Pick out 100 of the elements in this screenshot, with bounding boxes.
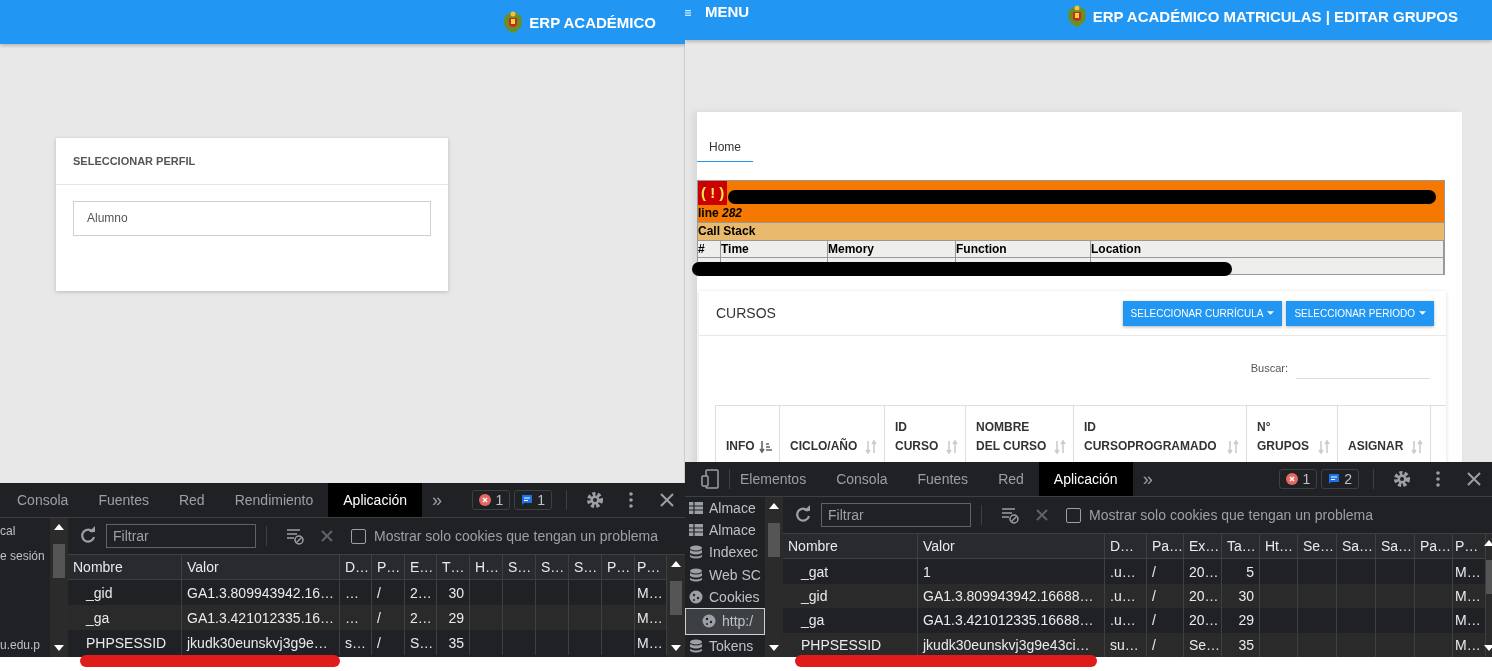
scroll-thumb[interactable] [1486, 560, 1492, 594]
scrollbar[interactable] [1486, 534, 1492, 657]
scrollbar[interactable] [765, 497, 783, 657]
more-tabs[interactable]: » [422, 489, 453, 511]
scroll-down-icon[interactable] [769, 645, 779, 651]
column-header[interactable]: Valor [918, 534, 1105, 559]
devtools-tab[interactable]: Aplicación [328, 483, 423, 517]
sidebar-item[interactable]: u.edu.p [0, 632, 50, 657]
column-header[interactable]: P… [372, 555, 405, 579]
settings-icon[interactable] [585, 490, 605, 510]
message-badge[interactable]: 2 [1321, 469, 1359, 489]
column-header[interactable]: Sa… [1376, 534, 1415, 559]
table-cell: 2… [405, 605, 437, 630]
column-header[interactable]: ID CURSOPROGRAMADO [1084, 418, 1217, 456]
column-header[interactable]: D… [340, 555, 372, 579]
devtools-tab[interactable]: Fuentes [902, 462, 984, 496]
error-icon [479, 494, 492, 506]
column-header: Function [956, 242, 1007, 256]
filter-field[interactable]: Filtrar [821, 503, 971, 527]
table-row[interactable]: _gid GA1.3.809943942.16688… .u… / 20… 30 M… [783, 583, 1486, 609]
sidebar-item[interactable]: Cookies [685, 585, 765, 608]
column-header[interactable]: Nombre [783, 534, 918, 559]
column-header[interactable]: NOMBRE DEL CURSO [976, 418, 1047, 456]
sidebar-item[interactable]: Indexec [685, 541, 765, 564]
devtools-tab[interactable]: Elementos [740, 462, 822, 496]
column-header[interactable]: ID CURSO [895, 418, 939, 456]
table-row[interactable]: _ga GA1.3.421012335.16… … / 2… 29 M… [68, 605, 667, 630]
column-header[interactable]: N° GRUPOS [1257, 418, 1309, 456]
column-header[interactable]: H… [470, 555, 503, 579]
column-header[interactable]: Ta… [1222, 534, 1260, 559]
sidebar-item[interactable]: Web SC [685, 563, 765, 586]
sort-icon[interactable] [759, 440, 773, 454]
message-badge[interactable]: 1 [514, 490, 552, 510]
filter-field[interactable]: Filtrar [106, 524, 256, 548]
column-header[interactable]: S… [503, 555, 536, 579]
sidebar-item[interactable]: http:/ [685, 607, 765, 635]
scroll-down-icon[interactable] [1484, 645, 1492, 651]
column-header[interactable]: Nombre [68, 555, 182, 579]
error-badge[interactable]: 1 [472, 490, 511, 510]
column-header: Time [721, 242, 749, 256]
devtools-tab[interactable]: Red [163, 483, 220, 517]
column-header[interactable]: Ex… [1184, 534, 1222, 559]
table-row[interactable]: PHPSESSID jkudk30eunskvj3g9e43ci… su… / Se… 35 M… [783, 632, 1486, 657]
table-row[interactable]: _gat 1 .u… / 20… 5 M… [783, 559, 1486, 584]
sidebar-item[interactable]: Almace [685, 519, 765, 542]
scrollbar[interactable] [50, 518, 68, 657]
column-header[interactable]: ASIGNAR [1348, 437, 1404, 456]
table-cell: 30 [1222, 583, 1260, 609]
sidebar-item[interactable]: e sesión [0, 543, 50, 568]
checkbox-label[interactable]: Mostrar solo cookies que tengan un problema [1089, 507, 1374, 523]
column-header[interactable]: CICLO/AÑO [790, 437, 858, 456]
nav-tab[interactable]: Home [697, 140, 753, 162]
scroll-up-icon[interactable] [671, 561, 681, 567]
table-cell: / [1147, 559, 1184, 584]
table-cell: GA1.3.809943942.16688… [918, 583, 1105, 609]
error-badge[interactable]: 1 [1279, 469, 1318, 489]
table-cell: 35 [437, 630, 470, 655]
scrollbar[interactable] [667, 555, 685, 657]
column-header[interactable]: INFO [726, 437, 755, 456]
devtools-tab[interactable]: Consola [2, 483, 84, 517]
column-header[interactable]: S… [536, 555, 569, 579]
sidebar-item[interactable]: Tokens [685, 634, 765, 657]
more-tabs[interactable]: » [1132, 468, 1163, 490]
device-toolbar-icon[interactable] [701, 469, 719, 489]
checkbox[interactable] [1066, 507, 1081, 523]
column-header[interactable]: Pa… [1147, 534, 1184, 559]
scroll-thumb[interactable] [670, 581, 682, 615]
profile-select[interactable]: Alumno [73, 201, 431, 236]
scroll-down-icon[interactable] [54, 645, 64, 651]
checkbox-label[interactable]: Mostrar solo cookies que tengan un problema [374, 528, 659, 544]
column-header[interactable]: Pa… [1415, 534, 1453, 559]
clear-filter-icon[interactable] [285, 526, 305, 546]
column-header[interactable]: T… [437, 555, 470, 579]
sidebar-item[interactable]: Almace [685, 497, 765, 520]
refresh-icon[interactable] [793, 505, 813, 525]
column-header[interactable]: P… [602, 555, 635, 579]
refresh-icon[interactable] [78, 526, 98, 546]
devtools-tab[interactable]: Consola [821, 462, 903, 496]
devtools-tab[interactable]: Rendimiento [219, 483, 329, 517]
devtools-tab[interactable]: Aplicación [1038, 462, 1133, 496]
devtools-tab[interactable]: Fuentes [83, 483, 164, 517]
checkbox[interactable] [351, 528, 366, 544]
column-header[interactable]: E… [405, 555, 437, 579]
column-header[interactable]: Ht… [1260, 534, 1298, 559]
settings-icon[interactable] [1392, 469, 1412, 489]
scroll-up-icon[interactable] [54, 524, 64, 530]
scroll-thumb[interactable] [53, 544, 65, 578]
column-header[interactable]: S… [569, 555, 602, 579]
devtools-tab[interactable]: Red [983, 462, 1039, 496]
sidebar-item[interactable]: cal [0, 518, 50, 543]
scroll-thumb[interactable] [768, 523, 780, 557]
scroll-up-icon[interactable] [769, 503, 779, 509]
scroll-down-icon[interactable] [671, 645, 681, 651]
column-header[interactable]: Se… [1298, 534, 1337, 559]
column-header[interactable]: D… [1105, 534, 1147, 559]
table-row[interactable]: _ga GA1.3.421012335.16688… .u… / 20… 29 M… [783, 608, 1486, 633]
scroll-up-icon[interactable] [1484, 540, 1492, 546]
clear-filter-icon[interactable] [1000, 505, 1020, 525]
column-header[interactable]: Sa… [1337, 534, 1376, 559]
column-header[interactable]: Valor [182, 555, 340, 579]
